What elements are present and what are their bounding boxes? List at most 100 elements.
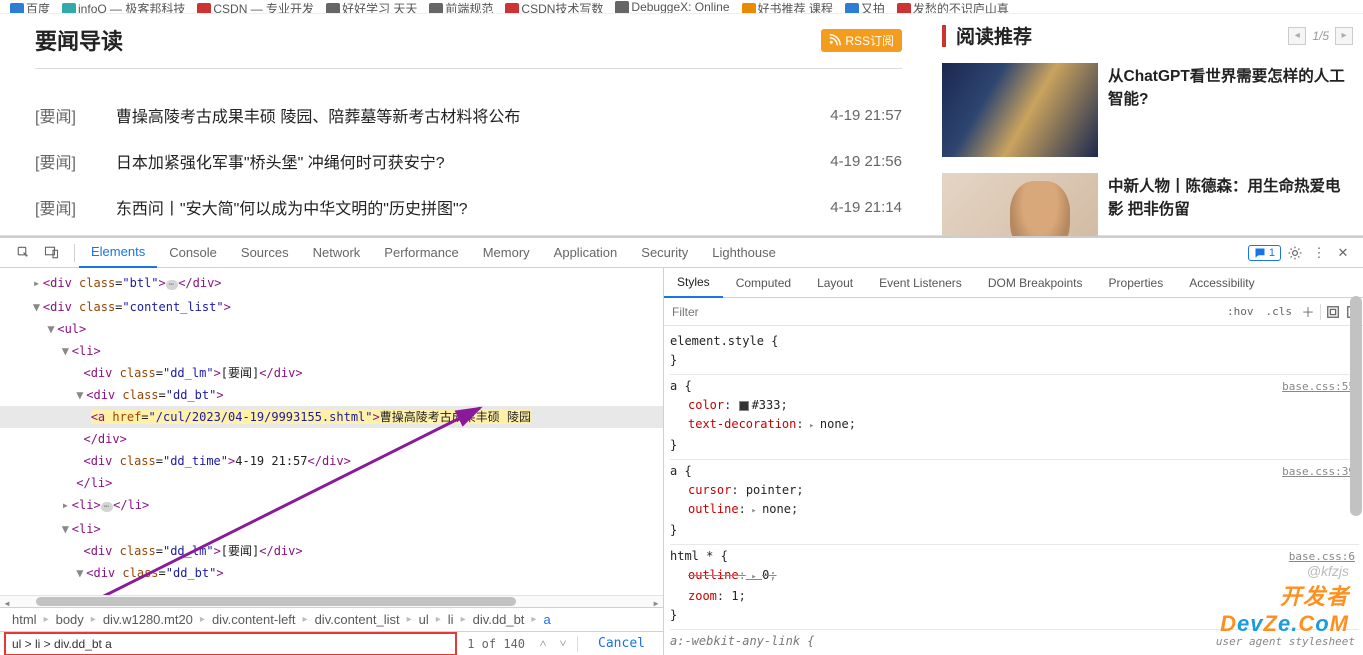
news-tag: [要闻]	[35, 103, 76, 127]
dom-breadcrumb: html▸ body▸ div.w1280.mt20▸ div.content-…	[0, 607, 663, 631]
bookmark-item[interactable]: CSDN — 专业开发	[197, 0, 314, 14]
news-headline[interactable]: 曹操高陵考古成果丰硕 陵园、陪葬墓等新考古材料将公布	[116, 103, 830, 127]
recommend-item-title[interactable]: 从ChatGPT看世界需要怎样的人工智能?	[1108, 63, 1353, 157]
news-tag: [要闻]	[35, 195, 76, 219]
tab-properties[interactable]: Properties	[1096, 268, 1177, 298]
news-section: 要闻导读 RSS订阅 [要闻] 曹操高陵考古成果丰硕 陵园、陪葬墓等新考古材料将…	[0, 14, 932, 235]
style-rule[interactable]: base.css:55 a { color: #333; text-decora…	[670, 375, 1359, 460]
computed-toggle-icon[interactable]	[1323, 302, 1343, 322]
tab-elements[interactable]: Elements	[79, 238, 157, 268]
hov-toggle[interactable]: :hov	[1221, 305, 1260, 318]
cls-toggle[interactable]: .cls	[1260, 305, 1299, 318]
news-headline[interactable]: 日本加紧强化军事"桥头堡" 冲绳何时可获安宁?	[116, 149, 830, 173]
breadcrumb-item[interactable]: div.w1280.mt20	[97, 612, 199, 627]
more-icon[interactable]: ⋮	[1309, 243, 1329, 263]
dom-tree[interactable]: ▸<div class="btl">⋯</div> ▼<div class="c…	[0, 268, 663, 595]
inspect-element-icon[interactable]	[12, 242, 34, 264]
bookmark-item[interactable]: 好书推荐 课程	[742, 0, 833, 14]
style-rule[interactable]: base.css:39 a { cursor: pointer; outline…	[670, 460, 1359, 545]
news-item[interactable]: [要闻] 东西问丨"安大简"何以成为中华文明的"历史拼图"? 4-19 21:1…	[35, 185, 902, 231]
recommend-section: 阅读推荐 ◂ 1/5 ▸ 从ChatGPT看世界需要怎样的人工智能? 中新人物丨…	[932, 14, 1363, 235]
accent-bar	[942, 25, 946, 47]
breadcrumb-item[interactable]: div.content-left	[206, 612, 302, 627]
news-headline[interactable]: 东西问丨"安大简"何以成为中华文明的"历史拼图"?	[116, 195, 830, 219]
devtools-tabs: Elements Console Sources Network Perform…	[0, 238, 1363, 268]
source-link[interactable]: base.css:55	[1282, 377, 1355, 396]
search-prev-button[interactable]: ˄	[535, 636, 551, 652]
new-style-rule-icon[interactable]: ＋	[1298, 302, 1318, 322]
elements-scrollbar[interactable]: ◂ ▸	[0, 595, 663, 607]
bookmark-item[interactable]: CSDN技术写数	[505, 0, 603, 14]
breadcrumb-item[interactable]: body	[50, 612, 90, 627]
device-toolbar-icon[interactable]	[40, 242, 62, 264]
ua-stylesheet-label: user agent stylesheet	[1216, 632, 1355, 651]
settings-icon[interactable]	[1285, 243, 1305, 263]
style-rule[interactable]: element.style { }	[670, 330, 1359, 375]
news-time: 4-19 21:57	[830, 107, 902, 124]
breadcrumb-item[interactable]: html	[6, 612, 43, 627]
message-icon	[1254, 247, 1266, 259]
devtools-panel: Elements Console Sources Network Perform…	[0, 236, 1363, 655]
pager-next-button[interactable]: ▸	[1335, 27, 1353, 45]
source-link[interactable]: base.css:39	[1282, 462, 1355, 481]
news-list: [要闻] 曹操高陵考古成果丰硕 陵园、陪葬墓等新考古材料将公布 4-19 21:…	[35, 93, 902, 231]
bookmark-item[interactable]: 又拍	[845, 0, 885, 14]
breadcrumb-item[interactable]: a	[537, 612, 556, 627]
recommend-thumbnail	[942, 63, 1098, 157]
recommend-pager: ◂ 1/5 ▸	[1288, 27, 1353, 45]
tab-performance[interactable]: Performance	[372, 238, 470, 268]
styles-panel: Styles Computed Layout Event Listeners D…	[664, 268, 1363, 655]
bookmark-item[interactable]: 好好学习 天天	[326, 0, 417, 14]
rss-subscribe-button[interactable]: RSS订阅	[821, 29, 902, 52]
news-item[interactable]: [要闻] 日本加紧强化军事"桥头堡" 冲绳何时可获安宁? 4-19 21:56	[35, 139, 902, 185]
search-next-button[interactable]: ˅	[555, 636, 571, 652]
elements-search-bar: 1 of 140 ˄ ˅ Cancel	[0, 631, 663, 655]
styles-filter-input[interactable]	[664, 305, 1221, 319]
tab-security[interactable]: Security	[629, 238, 700, 268]
tab-styles[interactable]: Styles	[664, 268, 723, 298]
pager-prev-button[interactable]: ◂	[1288, 27, 1306, 45]
bookmark-item[interactable]: infoQ — 极客邦科技	[62, 0, 185, 14]
search-result-count: 1 of 140	[461, 637, 531, 651]
recommend-title: 阅读推荐	[956, 22, 1032, 49]
news-time: 4-19 21:56	[830, 153, 902, 170]
tab-lighthouse[interactable]: Lighthouse	[700, 238, 788, 268]
tab-layout[interactable]: Layout	[804, 268, 866, 298]
bookmarks-bar: 百度 infoQ — 极客邦科技 CSDN — 专业开发 好好学习 天天 前端规…	[0, 0, 1363, 14]
bookmark-item[interactable]: 发愁的不识庐山真	[897, 0, 1009, 14]
news-item[interactable]: [要闻] 曹操高陵考古成果丰硕 陵园、陪葬墓等新考古材料将公布 4-19 21:…	[35, 93, 902, 139]
search-cancel-button[interactable]: Cancel	[584, 636, 659, 651]
close-devtools-icon[interactable]: ✕	[1333, 243, 1353, 263]
styles-scrollbar[interactable]	[1349, 296, 1363, 655]
recommend-item[interactable]: 从ChatGPT看世界需要怎样的人工智能?	[942, 63, 1353, 157]
breadcrumb-item[interactable]: li	[442, 612, 460, 627]
style-rule[interactable]: base.css:6 html * { outline: ▸ 0; zoom: …	[670, 545, 1359, 630]
tab-console[interactable]: Console	[157, 238, 229, 268]
tab-computed[interactable]: Computed	[723, 268, 804, 298]
tab-sources[interactable]: Sources	[229, 238, 301, 268]
source-link[interactable]: base.css:6	[1289, 547, 1355, 566]
breadcrumb-item[interactable]: div.dd_bt	[467, 612, 531, 627]
elements-panel: ▸<div class="btl">⋯</div> ▼<div class="c…	[0, 268, 664, 655]
style-rule[interactable]: user agent stylesheet a:-webkit-any-link…	[670, 630, 1359, 655]
tab-network[interactable]: Network	[301, 238, 373, 268]
styles-tabs: Styles Computed Layout Event Listeners D…	[664, 268, 1363, 298]
news-time: 4-19 21:14	[830, 199, 902, 216]
pager-count: 1/5	[1308, 29, 1333, 43]
tab-application[interactable]: Application	[542, 238, 630, 268]
breadcrumb-item[interactable]: ul	[413, 612, 435, 627]
tab-event-listeners[interactable]: Event Listeners	[866, 268, 975, 298]
tab-memory[interactable]: Memory	[471, 238, 542, 268]
bookmark-item[interactable]: 百度	[10, 0, 50, 14]
tab-dom-breakpoints[interactable]: DOM Breakpoints	[975, 268, 1096, 298]
highlighted-dom-node[interactable]: <a href="/cul/2023/04-19/9993155.shtml">…	[91, 410, 531, 424]
bookmark-item[interactable]: DebuggeX: Online	[615, 0, 729, 14]
tab-accessibility[interactable]: Accessibility	[1176, 268, 1267, 298]
issues-badge[interactable]: 1	[1248, 245, 1281, 261]
news-tag: [要闻]	[35, 149, 76, 173]
styles-rules[interactable]: element.style { } base.css:55 a { color:…	[664, 326, 1363, 655]
breadcrumb-item[interactable]: div.content_list	[309, 612, 406, 627]
bookmark-item[interactable]: 前端规范	[429, 0, 493, 14]
elements-search-input[interactable]	[6, 634, 455, 654]
color-swatch[interactable]	[739, 401, 749, 411]
